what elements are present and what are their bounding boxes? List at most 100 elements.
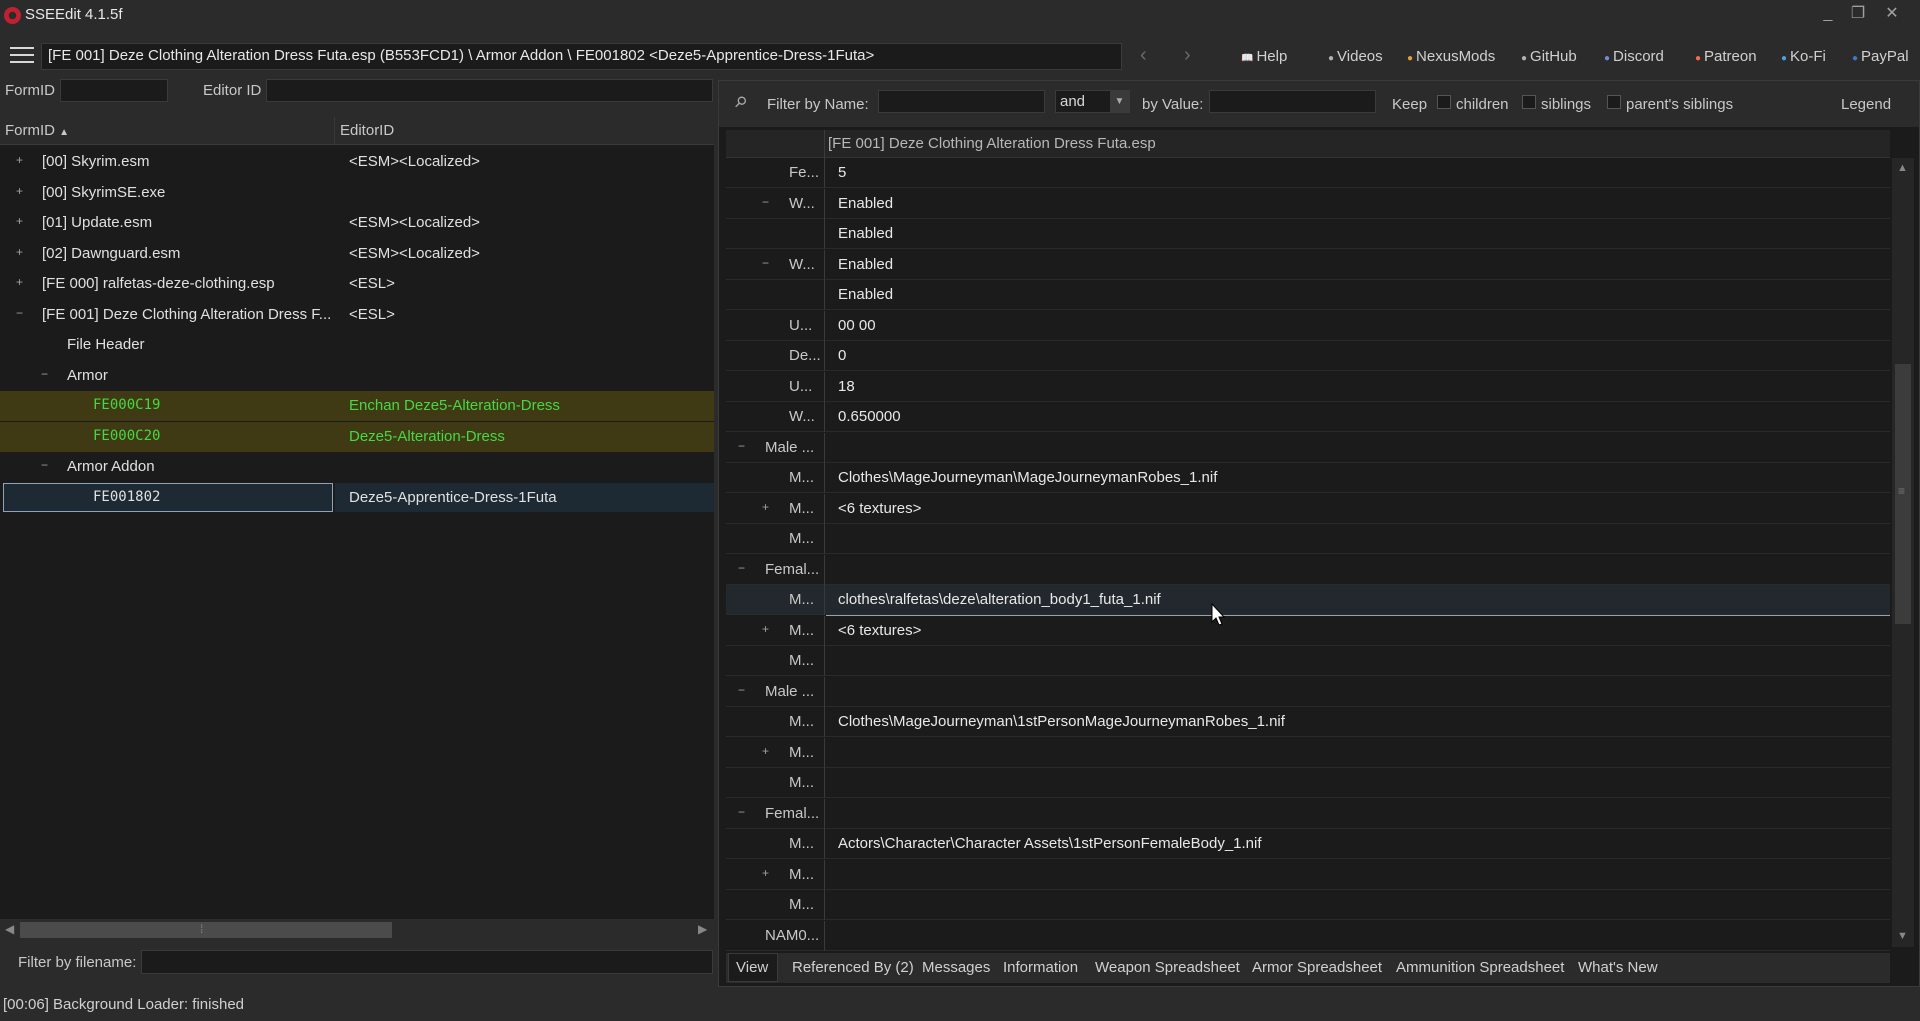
column-header-editorid[interactable]: EditorID [340, 122, 394, 139]
tab-referenced-by-2[interactable]: Referenced By (2) [792, 959, 914, 976]
tree-row[interactable]: + [00] SkyrimSE.exe [0, 178, 714, 208]
tree-row[interactable]: − Armor Addon [0, 452, 714, 482]
toolbar-link-paypal[interactable]: ● PayPal [1852, 48, 1909, 65]
field-row[interactable]: Fe... 5 [726, 158, 1890, 188]
field-row[interactable]: Enabled [726, 280, 1890, 310]
toolbar-link-nexusmods[interactable]: ● NexusMods [1407, 48, 1495, 65]
tree-row[interactable]: − [FE 001] Deze Clothing Alteration Dress… [0, 300, 714, 330]
collapse-icon[interactable]: − [738, 562, 747, 574]
field-row[interactable]: M... [726, 646, 1890, 676]
expand-icon[interactable]: + [16, 215, 25, 227]
tree-row[interactable]: FE001802 Deze5-Apprentice-Dress-1Futa [0, 483, 714, 513]
scroll-left-arrow-icon[interactable]: ◀ [5, 922, 14, 936]
expand-icon[interactable]: + [762, 501, 771, 513]
tab-ammunition-spreadsheet[interactable]: Ammunition Spreadsheet [1396, 959, 1564, 976]
field-row[interactable]: − Femal... [726, 798, 1890, 829]
tab-armor-spreadsheet[interactable]: Armor Spreadsheet [1252, 959, 1382, 976]
collapse-icon[interactable]: − [41, 368, 50, 380]
toolbar-link-ko-fi[interactable]: ● Ko-Fi [1781, 48, 1826, 65]
field-row[interactable]: M... Actors\Character\Character Assets\1s… [726, 829, 1890, 859]
field-row[interactable]: M... clothes\ralfetas\deze\alteration_bod… [726, 585, 1890, 615]
field-row[interactable]: U... 00 00 [726, 310, 1890, 341]
toolbar-link-discord[interactable]: ● Discord [1604, 48, 1664, 65]
plugin-column-header[interactable]: [FE 001] Deze Clothing Alteration Dress … [828, 135, 1156, 152]
column-header-formid[interactable]: FormID ▲ [5, 122, 69, 139]
tree-row[interactable]: − Armor [0, 361, 714, 391]
tree-row[interactable]: + [01] Update.esm <ESM><Localized> [0, 208, 714, 238]
toolbar-link-patreon[interactable]: ● Patreon [1695, 48, 1757, 65]
scroll-right-arrow-icon[interactable]: ▶ [698, 922, 707, 936]
field-row[interactable]: M... Clothes\MageJourneyman\1stPersonMage… [726, 707, 1890, 737]
back-arrow-icon[interactable]: ‹ [1140, 44, 1147, 67]
field-row[interactable]: NAM0... [726, 920, 1890, 951]
expand-icon[interactable]: + [762, 745, 771, 757]
field-name: M... [789, 896, 814, 913]
menu-icon[interactable] [10, 47, 34, 65]
tree-row[interactable]: + [00] Skyrim.esm <ESM><Localized> [0, 147, 714, 177]
field-row[interactable]: W... 0.650000 [726, 402, 1890, 432]
tree-row[interactable]: + [FE 000] ralfetas-deze-clothing.esp <ESL… [0, 269, 714, 299]
keep-children-checkbox[interactable] [1437, 95, 1451, 109]
restore-button[interactable]: ❐ [1844, 2, 1872, 26]
expand-icon[interactable]: + [762, 867, 771, 879]
field-row[interactable]: − Male ... [726, 676, 1890, 707]
toolbar-link-help[interactable]: 📖 Help [1241, 48, 1287, 65]
record-path-field[interactable]: [FE 001] Deze Clothing Alteration Dress … [41, 43, 1122, 70]
field-row[interactable]: + M... <6 textures> [726, 615, 1890, 646]
forward-arrow-icon[interactable]: › [1184, 44, 1191, 67]
close-button[interactable]: ✕ [1878, 2, 1906, 26]
field-row[interactable]: M... [726, 890, 1890, 920]
collapse-icon[interactable]: − [16, 307, 25, 319]
keep-siblings-checkbox[interactable] [1522, 95, 1536, 109]
expand-icon[interactable]: + [16, 276, 25, 288]
filter-value-input[interactable] [1209, 90, 1376, 113]
filename-filter-input[interactable] [141, 950, 713, 974]
field-row[interactable]: Enabled [726, 219, 1890, 249]
expand-icon[interactable]: + [16, 185, 25, 197]
formid-filter-input[interactable] [60, 79, 168, 102]
field-row[interactable]: − W... Enabled [726, 249, 1890, 280]
filter-name-input[interactable] [878, 90, 1045, 113]
tab-information[interactable]: Information [1003, 959, 1078, 976]
legend-button[interactable]: Legend [1841, 96, 1891, 113]
keep-parents-siblings-checkbox[interactable] [1607, 95, 1621, 109]
horizontal-scroll-thumb[interactable] [20, 922, 392, 938]
expand-icon[interactable]: + [16, 246, 25, 258]
column-separator [824, 768, 825, 798]
scroll-down-arrow-icon[interactable]: ▼ [1897, 930, 1908, 942]
editorid-filter-input[interactable] [266, 79, 713, 102]
tab-messages[interactable]: Messages [922, 959, 990, 976]
toolbar-link-videos[interactable]: ● Videos [1328, 48, 1383, 65]
field-row[interactable]: − Male ... [726, 432, 1890, 463]
field-row[interactable]: M... [726, 768, 1890, 798]
tree-row[interactable]: File Header [0, 330, 714, 360]
tree-row[interactable]: + [02] Dawnguard.esm <ESM><Localized> [0, 239, 714, 269]
expand-icon[interactable]: + [762, 623, 771, 635]
tree-row[interactable]: FE000C19 Enchan Deze5-Alteration-Dress [0, 391, 714, 421]
chevron-down-icon[interactable]: ▼ [1110, 91, 1129, 112]
tree-row[interactable]: FE000C20 Deze5-Alteration-Dress [0, 421, 714, 452]
tab-view[interactable]: View [736, 959, 768, 976]
field-row[interactable]: M... Clothes\MageJourneyman\MageJourneyma… [726, 463, 1890, 493]
field-row[interactable]: + M... [726, 737, 1890, 768]
field-row[interactable]: M... [726, 524, 1890, 554]
field-row[interactable]: − W... Enabled [726, 188, 1890, 219]
field-row[interactable]: + M... <6 textures> [726, 493, 1890, 524]
collapse-icon[interactable]: − [738, 440, 747, 452]
tab-weapon-spreadsheet[interactable]: Weapon Spreadsheet [1095, 959, 1240, 976]
collapse-icon[interactable]: − [762, 196, 771, 208]
collapse-icon[interactable]: − [738, 684, 747, 696]
column-separator [824, 890, 825, 920]
field-row[interactable]: − Femal... [726, 554, 1890, 585]
collapse-icon[interactable]: − [41, 459, 50, 471]
minimize-button[interactable]: _ [1814, 2, 1842, 26]
field-row[interactable]: + M... [726, 859, 1890, 890]
field-row[interactable]: De... 0 [726, 341, 1890, 371]
tab-what-s-new[interactable]: What's New [1578, 959, 1658, 976]
toolbar-link-github[interactable]: ● GitHub [1521, 48, 1577, 65]
collapse-icon[interactable]: − [738, 806, 747, 818]
field-row[interactable]: U... 18 [726, 371, 1890, 402]
collapse-icon[interactable]: − [762, 257, 771, 269]
scroll-up-arrow-icon[interactable]: ▲ [1897, 162, 1908, 174]
expand-icon[interactable]: + [16, 154, 25, 166]
